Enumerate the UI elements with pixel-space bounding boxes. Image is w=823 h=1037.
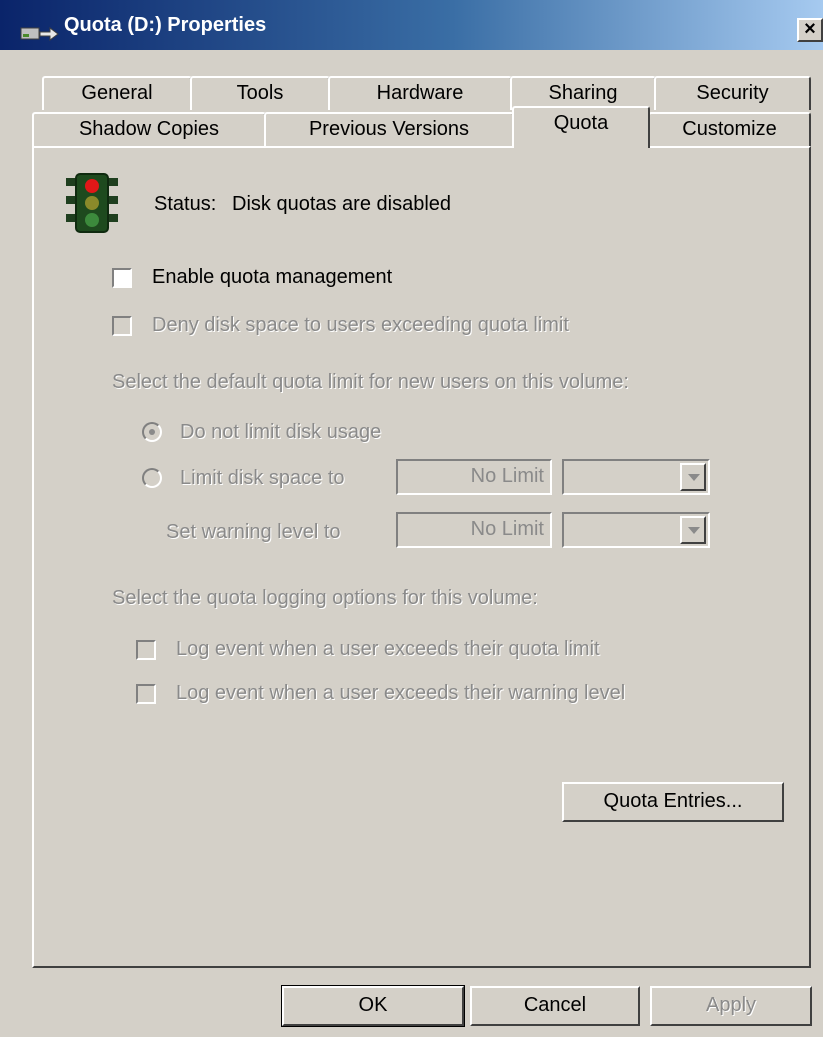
tab-general[interactable]: General — [42, 76, 192, 110]
deny-disk-space-checkbox[interactable] — [112, 316, 132, 336]
logging-heading: Select the quota logging options for thi… — [112, 587, 538, 609]
log-warning-level-checkbox[interactable] — [136, 684, 156, 704]
traffic-light-icon — [66, 173, 118, 233]
close-button[interactable]: × — [797, 18, 823, 42]
quota-tab-panel — [32, 146, 811, 968]
deny-disk-space-label[interactable]: Deny disk space to users exceeding quota… — [152, 314, 569, 337]
tab-tools[interactable]: Tools — [190, 76, 330, 110]
limit-unit-select[interactable] — [562, 459, 710, 495]
status-label: Status: — [154, 193, 217, 215]
ok-button[interactable]: OK — [281, 985, 465, 1027]
no-limit-label[interactable]: Do not limit disk usage — [180, 421, 381, 444]
tab-quota[interactable]: Quota — [512, 106, 650, 148]
drive-icon — [20, 27, 59, 41]
tab-sharing[interactable]: Sharing — [510, 76, 656, 110]
tab-customize[interactable]: Customize — [648, 112, 811, 146]
warning-unit-select[interactable] — [562, 512, 710, 548]
title-bar[interactable]: Quota (D:) Properties × — [0, 0, 823, 50]
quota-entries-button[interactable]: Quota Entries... — [562, 782, 784, 822]
tab-hardware[interactable]: Hardware — [328, 76, 512, 110]
warning-level-label: Set warning level to — [166, 521, 341, 543]
tab-security[interactable]: Security — [654, 76, 811, 110]
limit-disk-space-label[interactable]: Limit disk space to — [180, 467, 345, 490]
log-warning-level-label[interactable]: Log event when a user exceeds their warn… — [176, 682, 625, 705]
tab-previous-versions[interactable]: Previous Versions — [264, 112, 514, 146]
default-limit-heading: Select the default quota limit for new u… — [112, 371, 629, 393]
properties-dialog: Quota (D:) Properties × General Tools Ha… — [0, 0, 823, 1037]
chevron-down-icon[interactable] — [680, 516, 706, 544]
log-quota-limit-label[interactable]: Log event when a user exceeds their quot… — [176, 638, 600, 661]
tab-shadow-copies[interactable]: Shadow Copies — [32, 112, 266, 146]
enable-quota-label[interactable]: Enable quota management — [152, 266, 392, 289]
log-quota-limit-checkbox[interactable] — [136, 640, 156, 660]
limit-disk-space-radio[interactable] — [142, 468, 162, 488]
cancel-button[interactable]: Cancel — [470, 986, 640, 1026]
window-title: Quota (D:) Properties — [64, 14, 267, 36]
enable-quota-checkbox[interactable] — [112, 268, 132, 288]
limit-disk-space-input[interactable]: No Limit — [396, 459, 552, 495]
no-limit-radio[interactable] — [142, 422, 162, 442]
warning-level-input[interactable]: No Limit — [396, 512, 552, 548]
apply-button[interactable]: Apply — [650, 986, 812, 1026]
chevron-down-icon[interactable] — [680, 463, 706, 491]
status-value: Disk quotas are disabled — [232, 193, 452, 215]
